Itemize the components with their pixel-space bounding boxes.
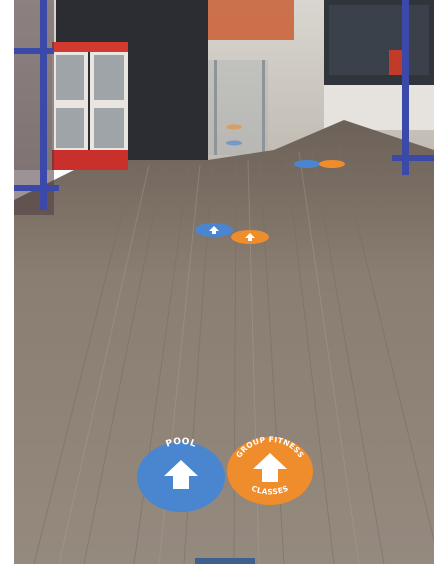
photo: POOL GROUP FITNESS CLASSES <box>14 0 434 564</box>
wood-floor <box>14 120 434 564</box>
barrier-post <box>262 60 265 155</box>
pool-decal-far <box>294 160 320 168</box>
window-reflection <box>329 5 429 75</box>
decal-reflection <box>226 140 242 146</box>
scene-svg: POOL GROUP FITNESS CLASSES <box>14 0 434 564</box>
decal-reflection <box>226 124 242 130</box>
barrier-post <box>214 60 217 155</box>
play-cage-left <box>14 0 59 215</box>
wall-poster <box>204 0 294 40</box>
bottom-tab-indicator <box>195 558 255 564</box>
fitness-decal-far <box>319 160 345 168</box>
vending-machines <box>52 42 128 170</box>
